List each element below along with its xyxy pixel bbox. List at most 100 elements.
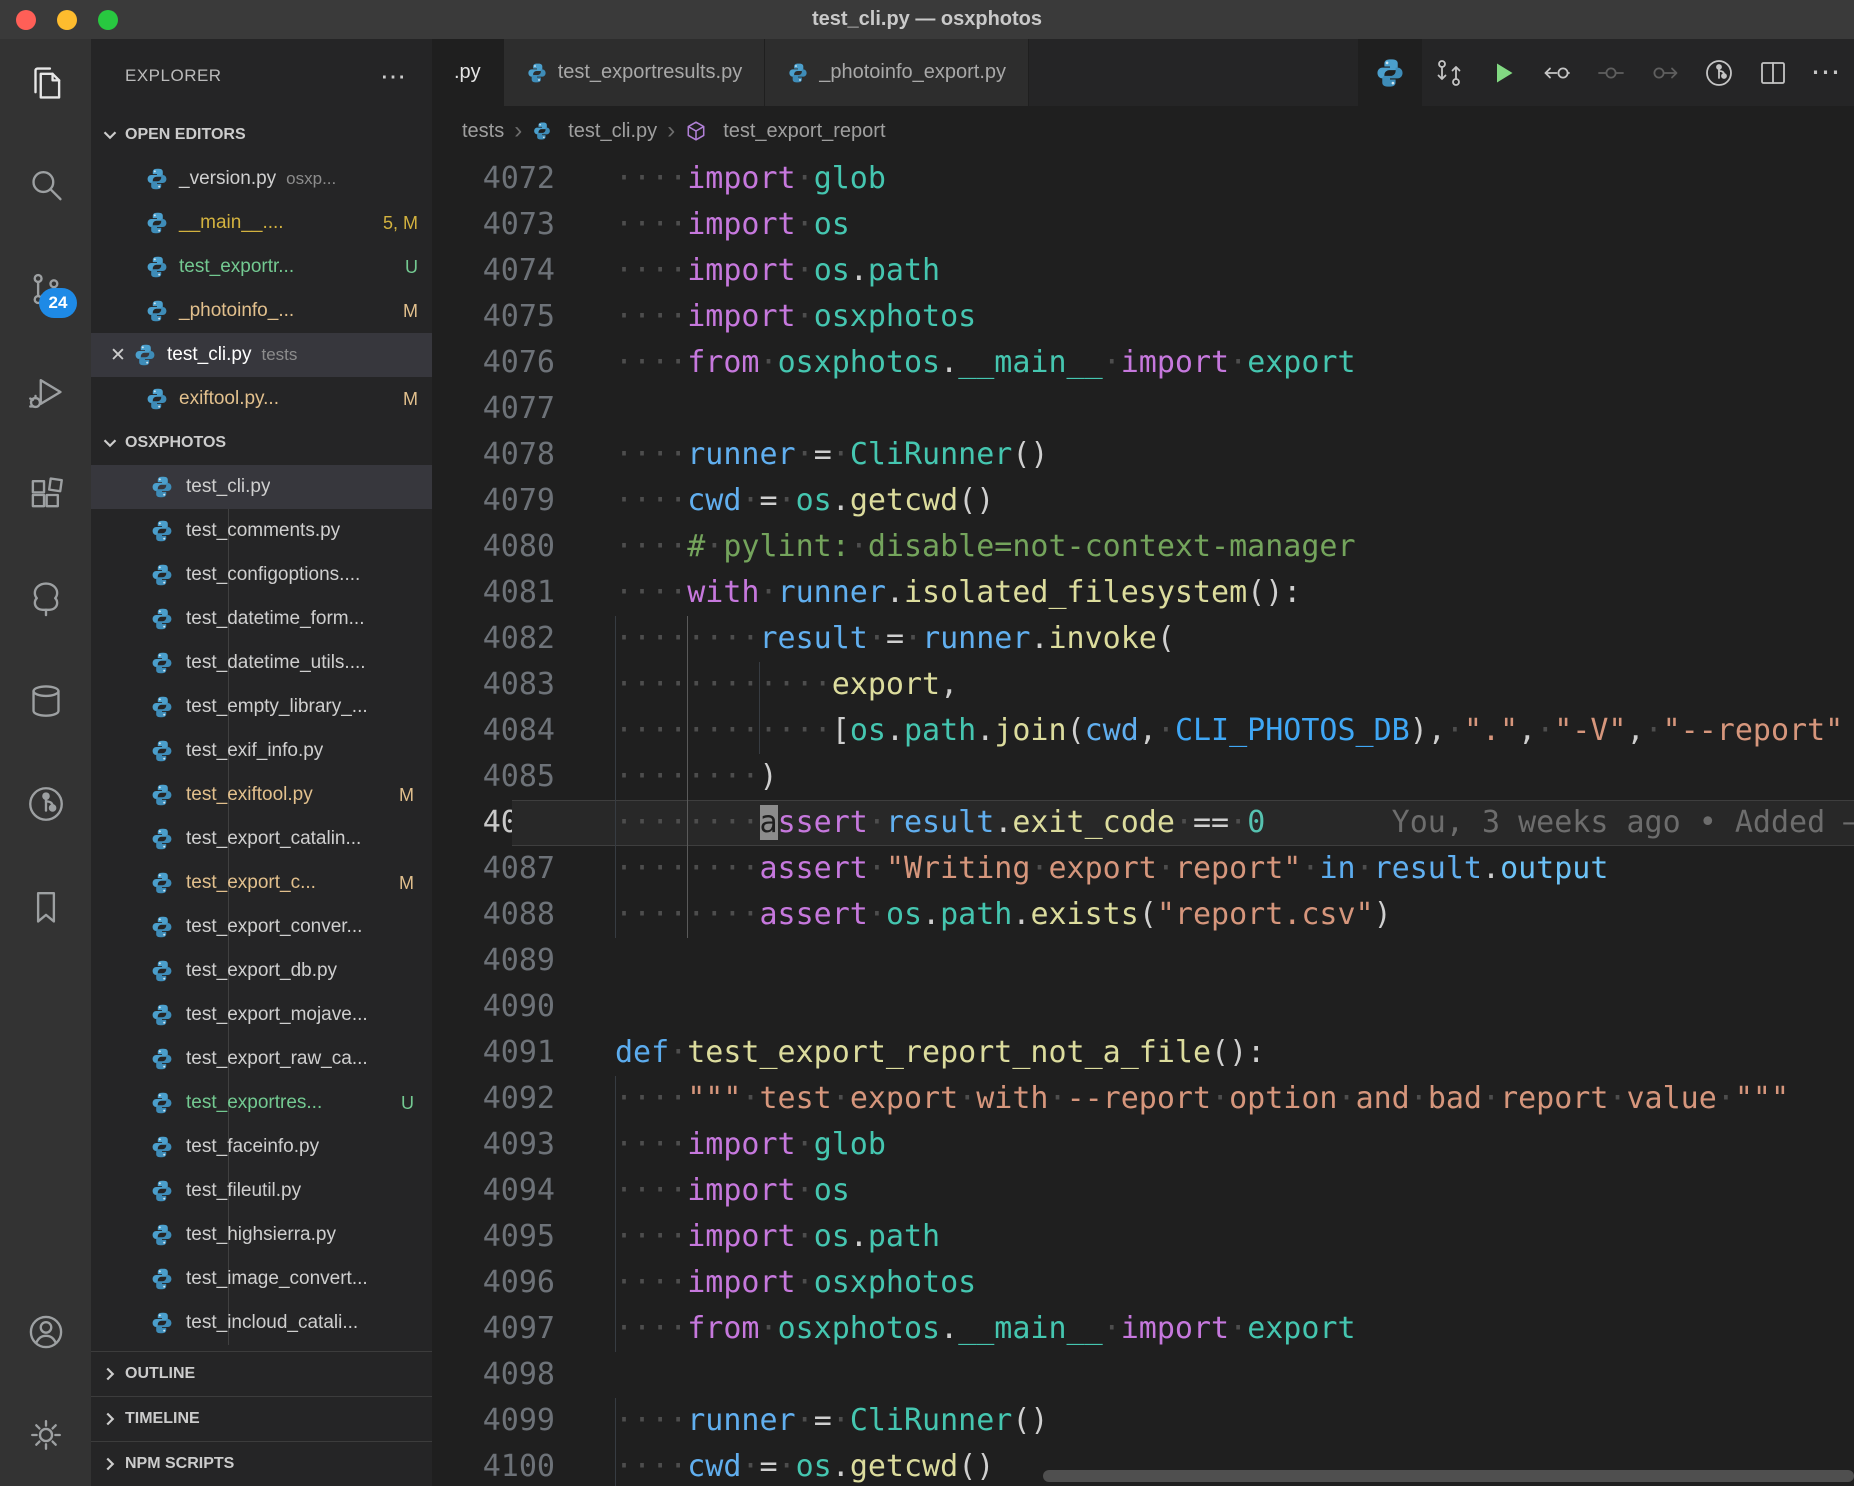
tree-item-filename: test_datetime_utils.... [186,652,366,674]
code-line[interactable]: 4096····import·osxphotos [432,1260,1854,1306]
code-line[interactable]: 4073····import·os [432,202,1854,248]
code-line[interactable]: 4085········) [432,754,1854,800]
code-line[interactable]: 4075····import·osxphotos [432,294,1854,340]
tree-item[interactable]: test_export_mojave... [91,993,432,1037]
tree-item[interactable]: test_datetime_utils.... [91,641,432,685]
project-section-header[interactable]: OSXPHOTOS [91,421,432,465]
tree-item[interactable]: test_faceinfo.py [91,1125,432,1169]
breadcrumb-item[interactable]: test_cli.py [532,120,657,143]
editor-tab[interactable]: .py [432,39,504,106]
python-file-icon [145,255,169,279]
section-outline[interactable]: OUTLINE [91,1351,432,1396]
open-editor-item[interactable]: _version.pyosxp... [91,157,432,201]
tree-item[interactable]: test_comments.py [91,509,432,553]
code-line[interactable]: 4098 [432,1352,1854,1398]
code-line[interactable]: 4080····#·pylint:·disable=not-context-ma… [432,524,1854,570]
tree-item[interactable]: test_configoptions.... [91,553,432,597]
tree-item[interactable]: test_export_db.py [91,949,432,993]
activity-tree-icon[interactable] [0,546,91,649]
tree-item[interactable]: test_exportres...U [91,1081,432,1125]
activity-search-icon[interactable] [0,134,91,237]
code-editor[interactable]: 4072····import·glob4073····import·os4074… [432,156,1854,1486]
code-line[interactable]: 4092····"""·test·export·with·--report·op… [432,1076,1854,1122]
tree-item[interactable]: test_export_catalin... [91,817,432,861]
open-editor-item[interactable]: ✕ test_cli.pytests [91,333,432,377]
code-line[interactable]: 4083············export, [432,662,1854,708]
line-number: 4089 [432,938,555,984]
editor-tab[interactable]: test_exportresults.py [504,39,766,106]
activity-bookmarks-icon[interactable] [0,855,91,958]
tree-item[interactable]: test_cli.py [91,465,432,509]
close-window-button[interactable] [16,10,36,30]
minimize-window-button[interactable] [57,10,77,30]
tree-item[interactable]: test_exiftool.pyM [91,773,432,817]
tree-item[interactable]: test_highsierra.py [91,1213,432,1257]
step-over-button[interactable] [1584,39,1638,106]
code-line[interactable]: 4081····with·runner.isolated_filesystem(… [432,570,1854,616]
open-editor-item[interactable]: _photoinfo_...M [91,289,432,333]
close-editor-icon[interactable]: ✕ [103,344,133,367]
tree-item[interactable]: test_export_conver... [91,905,432,949]
horizontal-scrollbar[interactable] [1043,1470,1854,1482]
code-line[interactable]: 4091def·test_export_report_not_a_file(): [432,1030,1854,1076]
breadcrumb-item[interactable]: tests [462,120,504,143]
tree-item[interactable]: test_empty_library_... [91,685,432,729]
line-number: 4085 [432,754,555,800]
section-timeline[interactable]: TIMELINE [91,1396,432,1441]
code-line[interactable]: 4079····cwd·=·os.getcwd() [432,478,1854,524]
code-line[interactable]: 4089 [432,938,1854,984]
tree-item[interactable]: test_exif_info.py [91,729,432,773]
open-editor-item[interactable]: test_exportr...U [91,245,432,289]
tree-item[interactable]: test_export_raw_ca... [91,1037,432,1081]
tree-item[interactable]: test_fileutil.py [91,1169,432,1213]
breadcrumb-item[interactable]: test_export_report [685,120,885,143]
zoom-window-button[interactable] [98,10,118,30]
tree-item[interactable]: test_datetime_form... [91,597,432,641]
code-line[interactable]: 4097····from·osxphotos.__main__·import·e… [432,1306,1854,1352]
step-back-button[interactable] [1530,39,1584,106]
open-editor-item[interactable]: __main__....5, M [91,201,432,245]
title-bar: test_cli.py — osxphotos [0,0,1854,39]
activity-explorer-icon[interactable] [0,31,91,134]
views-and-more-actions-button[interactable]: ⋯ [380,61,408,92]
code-line[interactable]: 4084············[os.path.join(cwd,·CLI_P… [432,708,1854,754]
code-line[interactable]: 4077 [432,386,1854,432]
activity-account-icon[interactable] [0,1280,91,1383]
tree-item[interactable]: test_image_convert... [91,1257,432,1301]
activity-extensions-icon[interactable] [0,443,91,546]
more-actions-button[interactable]: ⋯ [1800,39,1854,106]
activity-gitlens-icon[interactable] [0,752,91,855]
editor-tab[interactable]: _photoinfo_export.py [765,39,1029,106]
code-line[interactable]: 4095····import·os.path [432,1214,1854,1260]
activity-database-icon[interactable] [0,649,91,752]
step-out-button[interactable] [1638,39,1692,106]
tree-item[interactable]: test_export_c...M [91,861,432,905]
open-editors-header[interactable]: OPEN EDITORS [91,113,432,157]
code-line[interactable]: 4088········assert·os.path.exists("repor… [432,892,1854,938]
compare-changes-button[interactable] [1422,39,1476,106]
code-line[interactable]: 4086········assert·result.exit_code·==·0… [432,800,1854,846]
code-line[interactable]: 4074····import·os.path [432,248,1854,294]
run-button[interactable] [1476,39,1530,106]
tree-item-filename: test_export_catalin... [186,828,361,850]
line-number: 4075 [432,294,555,340]
section-npm-scripts[interactable]: NPM SCRIPTS [91,1441,432,1486]
code-line[interactable]: 4072····import·glob [432,156,1854,202]
code-line[interactable]: 4082········result·=·runner.invoke( [432,616,1854,662]
code-line[interactable]: 4087········assert·"Writing·export·repor… [432,846,1854,892]
activity-run-debug-icon[interactable] [0,340,91,443]
file-tree: test_cli.py test_comments.py test_config… [91,465,432,1351]
activity-source-control-icon[interactable]: 24 [0,237,91,340]
code-line[interactable]: 4099····runner·=·CliRunner() [432,1398,1854,1444]
python-interpreter-button[interactable] [1358,39,1422,106]
open-editor-item[interactable]: exiftool.py...M [91,377,432,421]
code-line[interactable]: 4090 [432,984,1854,1030]
gitlens-button[interactable] [1692,39,1746,106]
code-line[interactable]: 4094····import·os [432,1168,1854,1214]
activity-settings-icon[interactable] [0,1383,91,1486]
code-line[interactable]: 4078····runner·=·CliRunner() [432,432,1854,478]
code-line[interactable]: 4076····from·osxphotos.__main__·import·e… [432,340,1854,386]
split-editor-button[interactable] [1746,39,1800,106]
code-line[interactable]: 4093····import·glob [432,1122,1854,1168]
tree-item[interactable]: test_incloud_catali... [91,1301,432,1345]
